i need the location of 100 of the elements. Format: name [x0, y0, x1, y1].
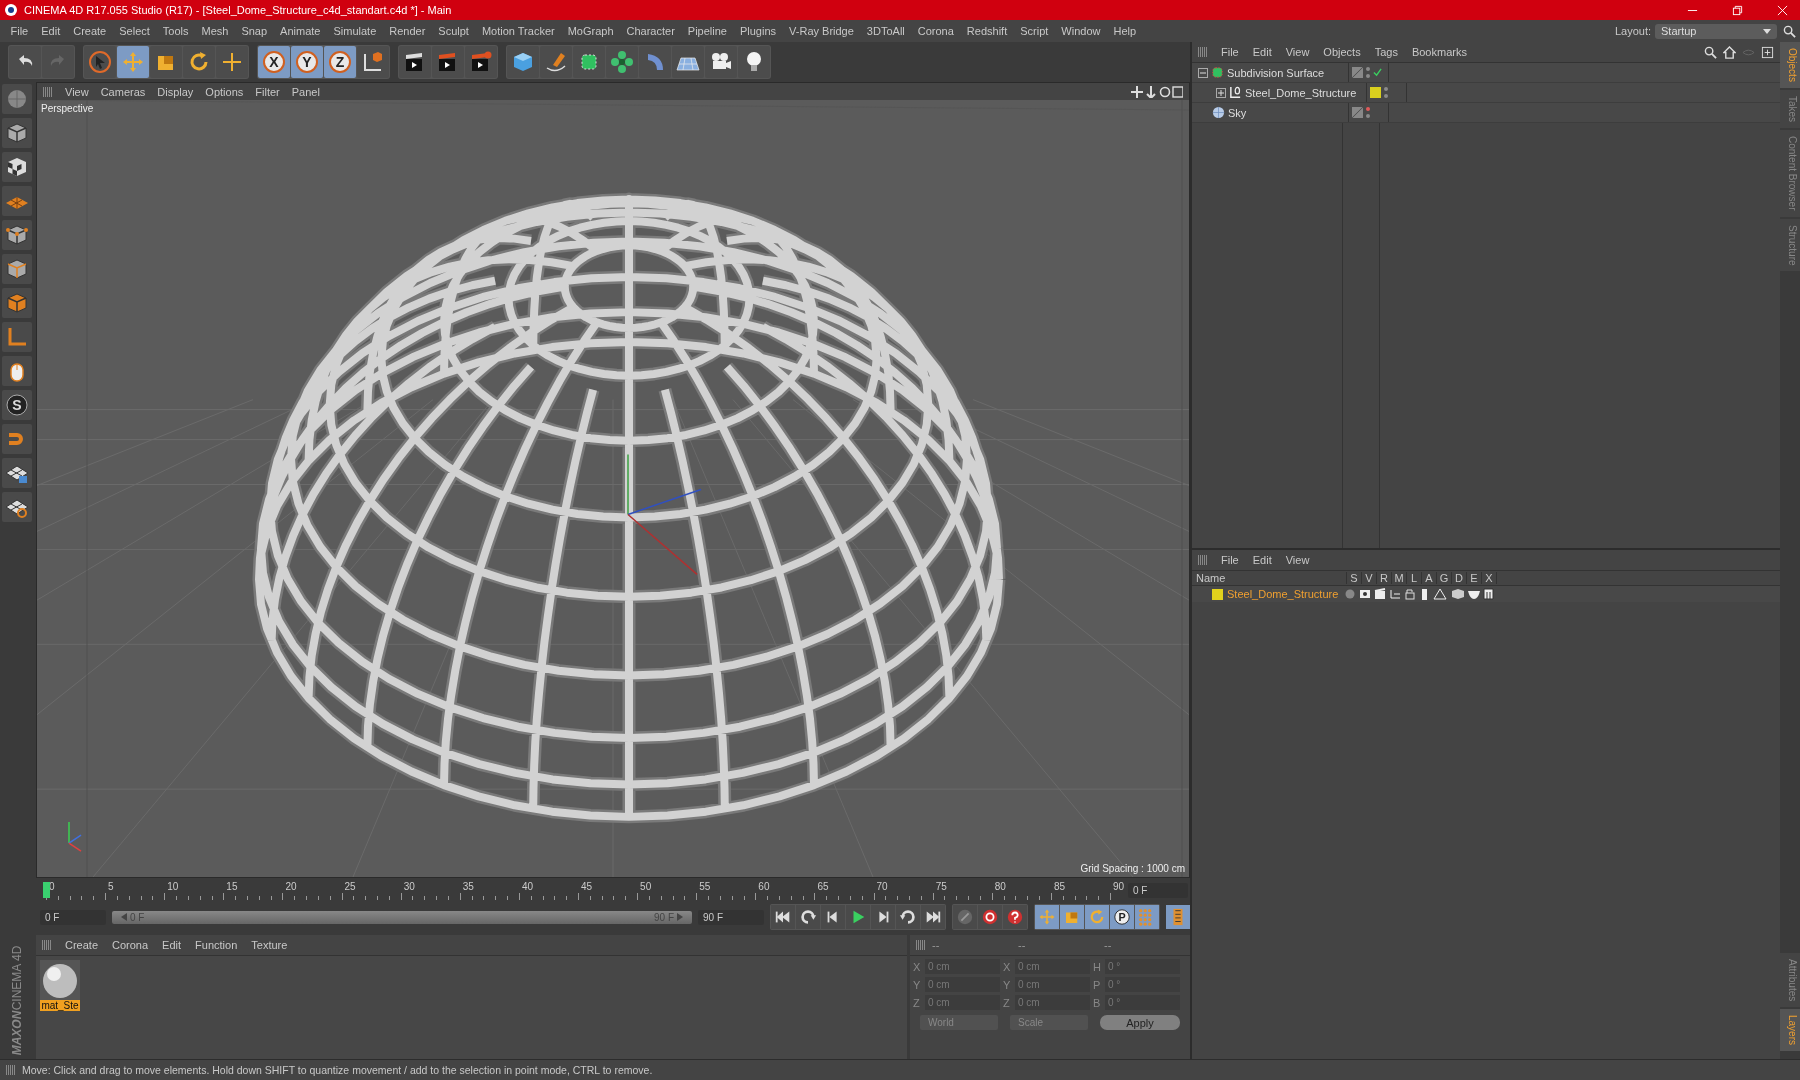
home-icon[interactable] [1723, 45, 1736, 59]
expand-toggle[interactable] [1216, 87, 1226, 98]
column-header[interactable]: S [1347, 572, 1362, 584]
menu-item[interactable]: Character [620, 25, 682, 37]
menu-item[interactable]: Simulate [326, 25, 383, 37]
menu-item[interactable]: View [1278, 46, 1317, 58]
menu-item[interactable]: Texture [244, 939, 295, 951]
object-name[interactable]: Steel_Dome_Structure [1245, 86, 1357, 99]
layout-dropdown[interactable]: Startup [1655, 23, 1777, 39]
playback-button[interactable] [871, 905, 895, 929]
layer-toggle-icons[interactable] [1344, 588, 1494, 600]
column-header[interactable]: M [1392, 572, 1407, 584]
visibility-dots[interactable] [1366, 67, 1370, 78]
check-icon[interactable] [1373, 68, 1382, 77]
layer-name[interactable]: Steel_Dome_Structure [1227, 588, 1339, 600]
column-header[interactable]: V [1362, 572, 1377, 584]
menu-item[interactable]: Window [1054, 25, 1107, 37]
tool-button[interactable] [2, 220, 32, 250]
tool-button[interactable] [2, 288, 32, 318]
tool-button[interactable] [2, 152, 32, 182]
menu-item[interactable]: Pipeline [681, 25, 734, 37]
object-name[interactable]: Subdivision Surface [1227, 66, 1325, 79]
panel-grip[interactable] [43, 86, 53, 97]
column-header[interactable]: G [1437, 572, 1452, 584]
layer-color-swatch[interactable] [1212, 588, 1223, 600]
layer-color-swatch[interactable] [1370, 87, 1381, 98]
tool-button[interactable] [2, 492, 32, 522]
record-button[interactable] [978, 905, 1002, 929]
menu-item[interactable]: View [1278, 554, 1317, 566]
panel-grip[interactable] [916, 940, 926, 950]
menu-item[interactable]: Edit [1245, 554, 1279, 566]
toolbar-button[interactable] [399, 46, 431, 78]
viewport-menu-item[interactable]: View [59, 85, 95, 98]
menu-item[interactable]: Motion Tracker [475, 25, 562, 37]
side-tab[interactable]: Layers [1780, 1009, 1800, 1051]
menu-item[interactable]: File [1214, 554, 1246, 566]
apply-button[interactable]: Apply [1100, 1015, 1180, 1030]
menu-item[interactable]: Mesh [195, 25, 235, 37]
playback-button[interactable] [771, 905, 795, 929]
viewport-menu-item[interactable]: Options [199, 85, 250, 98]
current-frame-field[interactable]: 0 F [1128, 882, 1188, 898]
end-frame-field[interactable]: 90 F [698, 909, 764, 925]
viewport-menu-item[interactable]: Filter [249, 85, 286, 98]
menu-item[interactable]: Render [382, 25, 432, 37]
menu-item[interactable]: 3DToAll [860, 25, 912, 37]
menu-item[interactable]: Edit [155, 939, 189, 951]
viewport-menu-item[interactable]: Panel [285, 85, 326, 98]
menu-item[interactable]: Tools [156, 25, 195, 37]
material-sphere-thumbnail[interactable] [40, 960, 80, 1000]
menu-item[interactable]: Create [58, 939, 106, 951]
viewport-menu-item[interactable]: Cameras [94, 85, 152, 98]
menu-item[interactable]: V-Ray Bridge [782, 25, 861, 37]
menu-item[interactable]: Bookmarks [1404, 46, 1474, 58]
visibility-dots[interactable] [1384, 87, 1388, 98]
menu-item[interactable]: Edit [34, 25, 67, 37]
menu-item[interactable]: File [1214, 46, 1246, 58]
side-tab[interactable]: Objects [1780, 42, 1800, 88]
column-header[interactable]: E [1467, 572, 1482, 584]
timeline-button[interactable] [1166, 905, 1190, 929]
menu-item[interactable]: Animate [273, 25, 327, 37]
tool-button[interactable] [2, 254, 32, 284]
menu-item[interactable]: Select [112, 25, 157, 37]
menu-item[interactable]: Help [1106, 25, 1143, 37]
panel-grip[interactable] [42, 940, 52, 950]
menu-item[interactable]: Sculpt [431, 25, 476, 37]
visibility-dots[interactable] [1366, 107, 1370, 118]
toolbar-button[interactable] [9, 46, 41, 78]
restore-icon[interactable] [1732, 4, 1743, 16]
column-header[interactable]: D [1452, 572, 1467, 584]
menu-item[interactable]: Create [66, 25, 113, 37]
tool-button[interactable] [2, 458, 32, 488]
toolbar-button[interactable] [357, 46, 389, 78]
search-icon[interactable] [1783, 24, 1796, 38]
menu-item[interactable]: Function [188, 939, 245, 951]
viewport-menu-item[interactable]: Display [151, 85, 200, 98]
tool-button[interactable] [2, 356, 32, 386]
playback-button[interactable] [821, 905, 845, 929]
panel-grip[interactable] [1198, 555, 1208, 565]
object-name[interactable]: Sky [1228, 106, 1247, 119]
menu-item[interactable]: Tags [1367, 46, 1405, 58]
new-panel-icon[interactable] [1761, 45, 1774, 59]
menu-item[interactable]: File [4, 25, 35, 37]
left-arrow-icon[interactable] [121, 913, 127, 921]
column-header[interactable]: R [1377, 572, 1392, 584]
menu-item[interactable]: Plugins [733, 25, 783, 37]
column-header[interactable]: L [1407, 572, 1422, 584]
menu-item[interactable]: Corona [911, 25, 961, 37]
material-name[interactable]: mat_Ste [40, 1000, 80, 1011]
menu-item[interactable]: Script [1013, 25, 1055, 37]
panel-grip[interactable] [1198, 47, 1208, 57]
menu-item[interactable]: Snap [234, 25, 274, 37]
menu-item[interactable]: Edit [1245, 46, 1279, 58]
right-arrow-icon[interactable] [677, 913, 683, 921]
start-frame-field[interactable]: 0 F [40, 909, 106, 925]
column-header[interactable]: A [1422, 572, 1437, 584]
panel-grip[interactable] [6, 1065, 16, 1075]
column-header[interactable]: Name [1192, 572, 1347, 584]
record-button[interactable] [1003, 905, 1027, 929]
close-icon[interactable] [1777, 4, 1788, 16]
navigation-icon[interactable] [1131, 85, 1183, 98]
